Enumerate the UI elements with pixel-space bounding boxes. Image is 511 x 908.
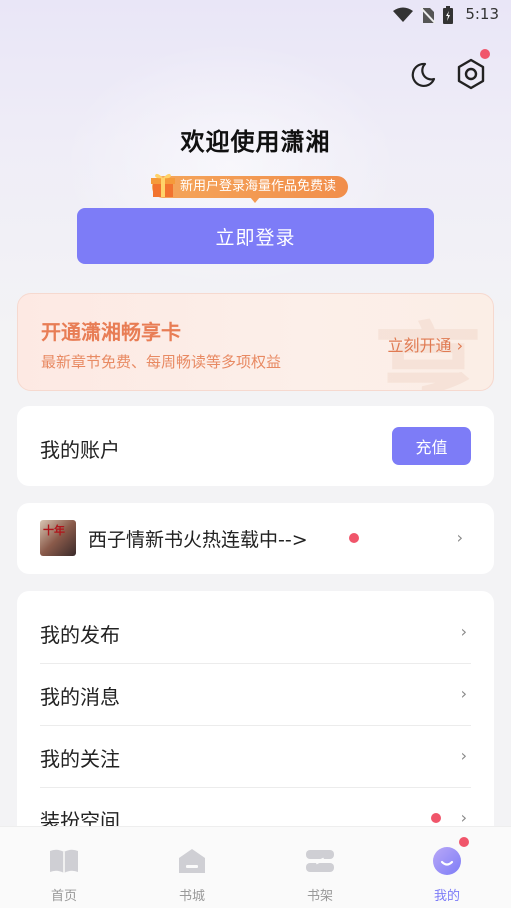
no-sim-icon (421, 6, 435, 24)
tab-label: 首页 (50, 889, 77, 904)
book-cover-thumbnail: 十年 (40, 520, 76, 556)
menu-item-my-messages[interactable]: 我的消息 › (40, 664, 471, 726)
wifi-icon (393, 7, 413, 22)
store-icon (179, 849, 205, 873)
chevron-right-icon: › (460, 622, 467, 641)
header-background (0, 0, 511, 330)
menu-item-badge (431, 813, 441, 823)
book-cover-text: 十年 (43, 524, 65, 537)
welcome-title: 欢迎使用潇湘 (180, 128, 331, 156)
bottom-tab-bar: 首页 书城 书架 我的 (0, 826, 511, 908)
tab-bookstore[interactable]: 书城 (128, 827, 256, 908)
promo-pill-tail (250, 197, 260, 203)
recharge-button[interactable]: 充值 (392, 427, 471, 465)
status-bar: 5:13 (0, 0, 511, 28)
tab-label: 书架 (306, 889, 333, 904)
settings-badge (480, 49, 490, 59)
chevron-right-icon: › (456, 528, 463, 547)
status-time: 5:13 (465, 5, 499, 23)
book-promo-text: 西子情新书火热连载中--> (88, 529, 308, 551)
menu-item-my-follows[interactable]: 我的关注 › (40, 726, 471, 788)
new-user-promo-pill: 新用户登录海量作品免费读 (151, 173, 349, 203)
menu-item-my-publications[interactable]: 我的发布 › (40, 602, 471, 664)
tab-bookshelf[interactable]: 书架 (256, 827, 384, 908)
settings-button[interactable] (453, 56, 489, 92)
vip-membership-card[interactable]: 享 开通潇湘畅享卡 最新章节免费、每周畅读等多项权益 立刻开通 › (17, 293, 494, 391)
account-label: 我的账户 (40, 438, 120, 462)
profile-face-icon (433, 847, 461, 875)
moon-icon (411, 62, 436, 88)
menu-card: 我的发布 › 我的消息 › 我的关注 › 装扮空间 › (17, 591, 494, 851)
gift-icon (151, 173, 175, 197)
login-button[interactable]: 立即登录 (77, 208, 434, 264)
vip-subtitle: 最新章节免费、每周畅读等多项权益 (41, 353, 282, 371)
open-book-icon (50, 849, 78, 873)
chevron-right-icon: › (460, 684, 467, 703)
promo-text: 新用户登录海量作品免费读 (180, 179, 337, 194)
vip-title: 开通潇湘畅享卡 (41, 320, 181, 344)
chevron-right-icon: › (460, 808, 467, 827)
book-promo-card[interactable]: 十年 西子情新书火热连载中--> › (17, 503, 494, 574)
tab-label: 书城 (178, 889, 205, 904)
status-icons (393, 6, 453, 24)
menu-item-label: 我的消息 (40, 685, 120, 709)
tab-home[interactable]: 首页 (0, 827, 128, 908)
book-promo-badge (349, 533, 359, 543)
settings-hexagon-icon (457, 58, 485, 90)
menu-item-label: 我的关注 (40, 747, 120, 771)
battery-icon (443, 6, 453, 24)
night-mode-button[interactable] (405, 58, 439, 92)
vip-activate-link[interactable]: 立刻开通 › (388, 332, 464, 356)
tab-label: 我的 (433, 889, 460, 904)
tab-mine[interactable]: 我的 (383, 827, 511, 908)
chevron-right-icon: › (460, 746, 467, 765)
bookshelf-icon (306, 850, 334, 872)
account-card: 我的账户 充值 (17, 406, 494, 486)
menu-item-label: 我的发布 (40, 623, 120, 647)
tab-mine-badge (459, 837, 469, 847)
